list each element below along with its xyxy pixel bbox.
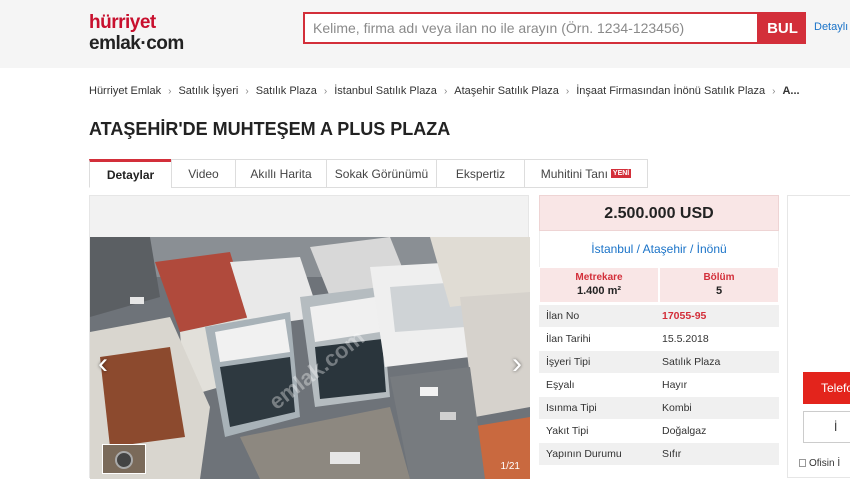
attribute-label: Yakıt Tipi <box>546 425 589 437</box>
chevron-right-icon[interactable]: › <box>507 347 527 381</box>
tab-smart-map[interactable]: Akıllı Harita <box>235 159 327 188</box>
detailed-search-link[interactable]: Detaylı A <box>814 21 850 33</box>
chevron-right-icon: › <box>772 85 776 97</box>
listing-photo[interactable]: emlak.com ‹ › 1/21 <box>90 237 530 479</box>
attribute-row: İlan Tarihi 15.5.2018 <box>539 328 779 351</box>
attribute-row: Yapının Durumu Sıfır <box>539 443 779 466</box>
attribute-label: İşyeri Tipi <box>546 356 591 368</box>
chevron-right-icon: › <box>245 85 249 97</box>
breadcrumb-item[interactable]: Satılık İşyeri <box>178 85 238 97</box>
office-label: Ofisin İ <box>809 458 841 469</box>
attribute-row: İlan No 17055-95 <box>539 305 779 328</box>
phone-button[interactable]: Telefo <box>803 372 850 404</box>
area-value: 1.400 m² <box>576 285 622 297</box>
breadcrumb: Hürriyet Emlak › Satılık İşyeri › Satılık … <box>89 85 800 97</box>
section-value: 5 <box>715 285 723 297</box>
attribute-value: Sıfır <box>662 448 682 460</box>
office-info[interactable]: Ofisin İ <box>799 458 840 469</box>
attribute-row: İşyeri Tipi Satılık Plaza <box>539 351 779 374</box>
area-label: Metrekare <box>575 272 623 283</box>
search-button[interactable]: BUL <box>759 12 806 44</box>
chevron-left-icon[interactable]: ‹ <box>93 347 113 381</box>
chevron-right-icon: › <box>168 85 172 97</box>
logo-line1: hürriyet <box>89 12 156 33</box>
attribute-row: Eşyalı Hayır <box>539 374 779 397</box>
photo-counter: 1/21 <box>500 461 520 472</box>
message-button[interactable]: İ <box>803 411 850 443</box>
tab-neighborhood-label: Muhitini Tanı <box>540 166 608 181</box>
chevron-right-icon: › <box>565 85 570 97</box>
attribute-label: Eşyalı <box>546 379 575 391</box>
attribute-value: Doğalgaz <box>662 425 707 437</box>
attribute-row: Isınma Tipi Kombi <box>539 397 779 420</box>
tab-details[interactable]: Detaylar <box>89 159 172 188</box>
breadcrumb-item[interactable]: İnşaat Firmasından İnönü Satılık Plaza <box>576 85 765 97</box>
tab-street-view[interactable]: Sokak Görünümü <box>326 159 437 188</box>
breadcrumb-item[interactable]: İstanbul Satılık Plaza <box>334 85 437 97</box>
attribute-value: 15.5.2018 <box>662 333 709 345</box>
page-title: ATAŞEHİR'DE MUHTEŞEM A PLUS PLAZA <box>89 119 451 139</box>
attribute-value: Satılık Plaza <box>662 356 721 368</box>
attribute-label: İlan Tarihi <box>546 333 591 345</box>
attribute-value: Hayır <box>662 379 688 391</box>
area-stat: Metrekare 1.400 m² <box>539 267 659 303</box>
chevron-right-icon: › <box>323 85 328 97</box>
breadcrumb-item[interactable]: Ataşehir Satılık Plaza <box>454 85 559 97</box>
section-label: Bölüm <box>703 272 735 283</box>
tab-video[interactable]: Video <box>171 159 236 188</box>
attribute-value: 17055-95 <box>662 310 707 322</box>
new-badge: YENİ <box>610 169 632 178</box>
breadcrumb-item[interactable]: Hürriyet Emlak <box>89 85 161 97</box>
listing-attributes: İlan No 17055-95 İlan Tarihi 15.5.2018 İşy… <box>539 305 779 466</box>
attribute-row: Yakıt Tipi Doğalgaz <box>539 420 779 443</box>
listing-price: 2.500.000 USD <box>539 195 779 231</box>
tab-bar: Detaylar Video Akıllı Harita Sokak Görün… <box>89 159 648 188</box>
camera-icon <box>115 451 133 469</box>
site-header: hürriyet emlak·com BUL Detaylı A <box>0 0 850 68</box>
attribute-label: Isınma Tipi <box>546 402 597 414</box>
tab-expertise[interactable]: Ekspertiz <box>436 159 525 188</box>
section-stat: Bölüm 5 <box>659 267 779 303</box>
tab-neighborhood[interactable]: Muhitini Tanı YENİ <box>524 159 648 188</box>
photo-gallery: emlak.com ‹ › 1/21 <box>89 195 530 479</box>
attribute-label: İlan No <box>546 310 580 322</box>
search-input[interactable] <box>303 12 759 44</box>
breadcrumb-current: A... <box>782 85 800 97</box>
building-icon <box>799 459 806 467</box>
breadcrumb-item[interactable]: Satılık Plaza <box>256 85 317 97</box>
listing-info-panel: 2.500.000 USD İstanbul / Ataşehir / İnön… <box>539 195 779 478</box>
site-logo[interactable]: hürriyet emlak·com <box>89 12 209 56</box>
photo-thumbnail[interactable] <box>102 444 146 474</box>
attribute-value: Kombi <box>662 402 692 414</box>
logo-line2: emlak·com <box>89 33 184 54</box>
listing-location-link[interactable]: İstanbul / Ataşehir / İnönü <box>539 231 779 267</box>
attribute-label: Yapının Durumu <box>546 448 622 460</box>
chevron-right-icon: › <box>443 85 448 97</box>
